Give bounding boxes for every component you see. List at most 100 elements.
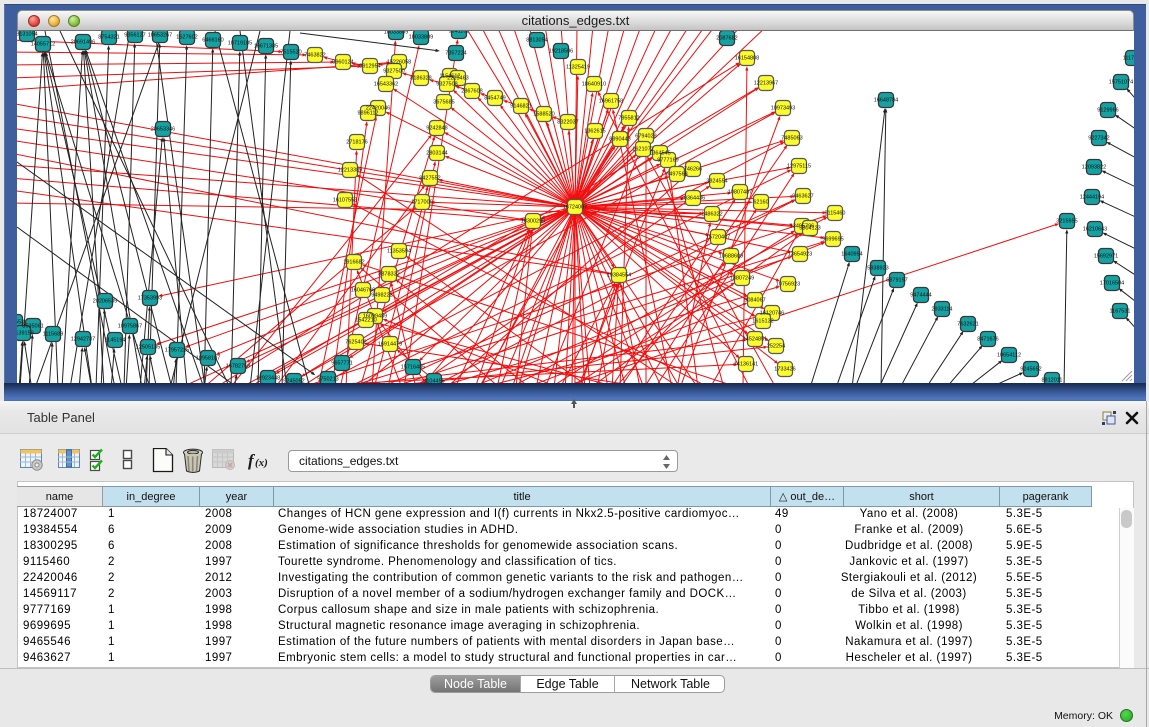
svg-text:8535061: 8535061 bbox=[22, 324, 43, 330]
svg-text:7632621: 7632621 bbox=[957, 322, 978, 328]
svg-text:8104455: 8104455 bbox=[423, 379, 444, 384]
svg-text:12923448: 12923448 bbox=[256, 376, 280, 382]
svg-text:5938923: 5938923 bbox=[867, 266, 888, 272]
svg-text:7955812: 7955812 bbox=[618, 116, 639, 122]
svg-text:9139159: 9139159 bbox=[17, 331, 34, 337]
svg-text:9327508: 9327508 bbox=[436, 82, 457, 88]
svg-text:8878332: 8878332 bbox=[378, 272, 399, 278]
svg-text:16120746: 16120746 bbox=[760, 311, 784, 317]
svg-text:16210643: 16210643 bbox=[1083, 227, 1107, 233]
svg-text:10033809: 10033809 bbox=[384, 31, 408, 36]
svg-text:10688609: 10688609 bbox=[719, 254, 743, 260]
svg-text:15226058: 15226058 bbox=[387, 60, 411, 66]
svg-text:9896112: 9896112 bbox=[357, 111, 378, 117]
svg-text:16914479: 16914479 bbox=[378, 342, 402, 348]
svg-text:1615132: 1615132 bbox=[752, 319, 773, 325]
svg-text:8131054: 8131054 bbox=[17, 32, 38, 38]
svg-text:9498222: 9498222 bbox=[371, 293, 392, 299]
svg-text:20364436: 20364436 bbox=[681, 196, 705, 202]
svg-text:2718176: 2718176 bbox=[346, 140, 367, 146]
svg-text:12942737: 12942737 bbox=[71, 337, 95, 343]
svg-text:18724007: 18724007 bbox=[563, 205, 587, 211]
svg-text:2803144: 2803144 bbox=[426, 151, 447, 157]
svg-text:20653346: 20653346 bbox=[151, 127, 175, 133]
svg-text:1733426: 1733426 bbox=[774, 367, 795, 373]
svg-text:9115460: 9115460 bbox=[824, 211, 845, 217]
svg-text:9641102: 9641102 bbox=[448, 31, 469, 35]
svg-text:8813054: 8813054 bbox=[526, 38, 547, 44]
svg-text:7515520: 7515520 bbox=[280, 50, 301, 56]
svg-text:5804123: 5804123 bbox=[799, 226, 820, 232]
svg-text:16961758: 16961758 bbox=[599, 99, 623, 105]
svg-text:11353594: 11353594 bbox=[387, 249, 411, 255]
svg-text:6497568: 6497568 bbox=[666, 172, 687, 178]
svg-text:17353993: 17353993 bbox=[138, 296, 162, 302]
svg-text:9227342: 9227342 bbox=[1088, 136, 1109, 142]
svg-text:17957225: 17957225 bbox=[165, 348, 189, 354]
svg-text:1364545: 1364545 bbox=[649, 151, 670, 157]
svg-text:8471676: 8471676 bbox=[977, 337, 998, 343]
svg-text:9750213: 9750213 bbox=[317, 377, 338, 383]
svg-text:252254: 252254 bbox=[767, 344, 785, 350]
svg-text:15720407: 15720407 bbox=[706, 235, 730, 241]
svg-text:9960124: 9960124 bbox=[332, 60, 353, 66]
svg-text:9245052: 9245052 bbox=[283, 379, 304, 384]
svg-text:7463822: 7463822 bbox=[304, 53, 325, 59]
svg-text:7625402: 7625402 bbox=[345, 340, 366, 346]
svg-text:12444194: 12444194 bbox=[1080, 195, 1104, 201]
svg-text:20691406: 20691406 bbox=[71, 40, 95, 46]
svg-text:9146821: 9146821 bbox=[510, 104, 531, 110]
svg-text:11325419: 11325419 bbox=[566, 65, 590, 71]
svg-text:1916682: 1916682 bbox=[343, 260, 364, 266]
svg-text:9242848: 9242848 bbox=[426, 126, 447, 132]
svg-text:9084067: 9084067 bbox=[744, 298, 765, 304]
svg-text:10033809: 10033809 bbox=[409, 35, 433, 41]
svg-text:19384554: 19384554 bbox=[607, 273, 631, 279]
svg-text:2087682: 2087682 bbox=[716, 36, 737, 42]
svg-text:13654923: 13654923 bbox=[788, 252, 812, 258]
svg-text:3675685: 3675685 bbox=[433, 100, 454, 106]
svg-text:15751074: 15751074 bbox=[1109, 80, 1133, 86]
svg-text:16107553: 16107553 bbox=[333, 198, 357, 204]
svg-text:(x): (x) bbox=[255, 457, 268, 469]
svg-text:16671385: 16671385 bbox=[254, 44, 278, 50]
svg-text:9463627: 9463627 bbox=[792, 194, 813, 200]
svg-text:1588520: 1588520 bbox=[533, 112, 554, 118]
svg-text:20206535: 20206535 bbox=[93, 299, 117, 305]
svg-text:12505135: 12505135 bbox=[136, 345, 160, 351]
svg-text:9474444: 9474444 bbox=[910, 293, 931, 299]
svg-text:9777169: 9777169 bbox=[657, 158, 678, 164]
svg-text:14136141: 14136141 bbox=[734, 362, 758, 368]
svg-text:17016504: 17016504 bbox=[1100, 281, 1124, 287]
svg-text:10807487: 10807487 bbox=[728, 190, 752, 196]
svg-text:2867608: 2867608 bbox=[461, 89, 482, 95]
svg-text:9327500: 9327500 bbox=[383, 69, 404, 75]
svg-text:10975867: 10975867 bbox=[118, 324, 142, 330]
svg-text:1167531: 1167531 bbox=[1109, 309, 1130, 315]
svg-text:6466160: 6466160 bbox=[202, 38, 223, 44]
svg-text:12213967: 12213967 bbox=[754, 81, 778, 87]
svg-text:1542210: 1542210 bbox=[355, 318, 376, 324]
svg-text:6879197: 6879197 bbox=[886, 278, 907, 284]
svg-text:1362615: 1362615 bbox=[584, 129, 605, 135]
svg-text:8754321: 8754321 bbox=[98, 35, 119, 41]
svg-text:18807249: 18807249 bbox=[730, 276, 754, 282]
svg-text:12975115: 12975115 bbox=[787, 164, 811, 170]
svg-text:6794028: 6794028 bbox=[635, 134, 656, 140]
svg-text:10958107: 10958107 bbox=[196, 356, 220, 362]
svg-text:3824554: 3824554 bbox=[706, 179, 727, 185]
svg-text:16154808: 16154808 bbox=[735, 56, 759, 62]
svg-text:16782759: 16782759 bbox=[226, 364, 250, 370]
svg-text:1117203: 1117203 bbox=[1123, 56, 1134, 62]
svg-text:9657771: 9657771 bbox=[331, 361, 352, 367]
svg-text:1640954: 1640954 bbox=[841, 252, 862, 258]
svg-text:10719185: 10719185 bbox=[228, 41, 252, 47]
svg-text:8427552: 8427552 bbox=[419, 176, 440, 182]
svg-text:9356127: 9356127 bbox=[124, 33, 145, 39]
svg-text:1717006: 1717006 bbox=[411, 200, 432, 206]
svg-text:18640910: 18640910 bbox=[582, 82, 606, 88]
svg-text:8454749: 8454749 bbox=[484, 96, 505, 102]
svg-text:9245652: 9245652 bbox=[1020, 367, 1041, 373]
svg-text:19218506: 19218506 bbox=[549, 49, 573, 55]
svg-text:8912954: 8912954 bbox=[359, 64, 380, 70]
